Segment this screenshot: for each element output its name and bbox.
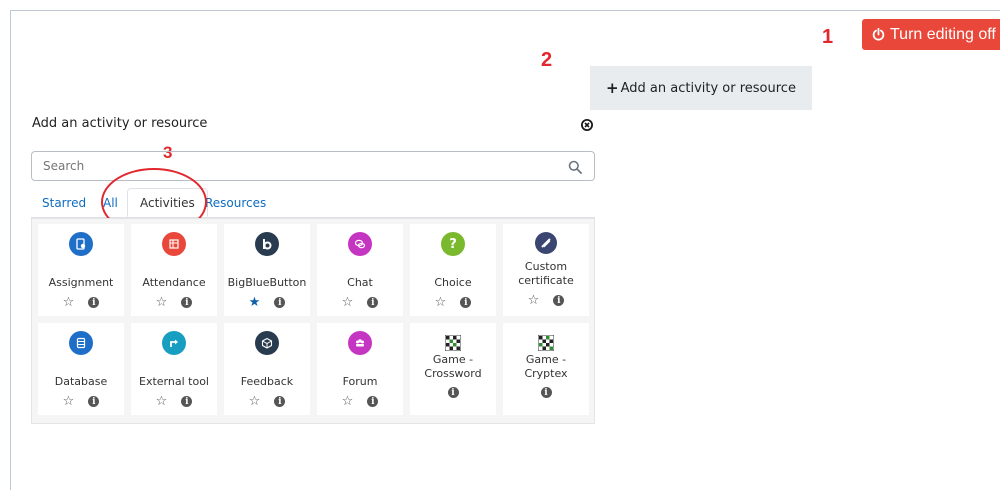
external-tool-icon [162, 331, 186, 355]
annotation-1: 1 [822, 26, 834, 48]
info-icon[interactable]: i [181, 297, 193, 308]
activity-card-forum[interactable]: Forum ☆ i [317, 323, 403, 415]
info-icon[interactable]: i [274, 396, 286, 407]
turn-editing-off-button[interactable]: Turn editing off [862, 19, 1000, 50]
info-icon[interactable]: i [181, 396, 193, 407]
star-filled-icon[interactable]: ★ [249, 296, 261, 309]
search-icon[interactable] [568, 160, 582, 177]
activity-card-bigbluebutton[interactable]: BigBlueButton ★ i [224, 224, 310, 316]
assignment-icon [69, 232, 93, 256]
cryptex-icon [538, 335, 554, 351]
chat-icon [348, 232, 372, 256]
close-icon[interactable] [580, 117, 594, 131]
info-icon[interactable]: i [367, 396, 379, 407]
forum-icon [348, 331, 372, 355]
activity-card-chat[interactable]: Chat ☆ i [317, 224, 403, 316]
bigbluebutton-icon [255, 232, 279, 256]
activity-name: Chat [347, 276, 373, 289]
activity-name: Game - Cryptex [524, 353, 568, 380]
activity-name: External tool [139, 375, 209, 388]
activity-name: Custom certificate [518, 260, 574, 287]
attendance-icon [162, 232, 186, 256]
chooser-title: Add an activity or resource [32, 116, 208, 131]
activity-name: Attendance [142, 276, 206, 289]
custom-certificate-icon [535, 232, 557, 254]
star-icon[interactable]: ☆ [249, 395, 261, 408]
star-icon[interactable]: ☆ [342, 395, 354, 408]
crossword-icon [445, 335, 461, 351]
activity-name: Game - Crossword [424, 353, 482, 380]
annotation-2: 2 [541, 49, 553, 71]
info-icon[interactable]: i [88, 297, 100, 308]
activity-card-game-crossword[interactable]: Game - Crossword i [410, 323, 496, 415]
activity-name: Assignment [48, 276, 114, 289]
search-box [31, 151, 595, 181]
activity-grid: Assignment ☆ i Attendance ☆ i BigBlueBut… [31, 218, 595, 424]
info-icon[interactable]: i [540, 387, 552, 398]
activity-name: Database [54, 375, 108, 388]
activity-card-choice[interactable]: ? Choice ☆ i [410, 224, 496, 316]
info-icon[interactable]: i [274, 297, 286, 308]
info-icon[interactable]: i [447, 387, 459, 398]
info-icon[interactable]: i [460, 297, 472, 308]
activity-card-game-cryptex[interactable]: Game - Cryptex i [503, 323, 589, 415]
add-activity-label: Add an activity or resource [620, 80, 796, 96]
activity-card-assignment[interactable]: Assignment ☆ i [38, 224, 124, 316]
info-icon[interactable]: i [553, 295, 565, 306]
database-icon [69, 331, 93, 355]
activity-card-custom-certificate[interactable]: Custom certificate ☆ i [503, 224, 589, 316]
info-icon[interactable]: i [367, 297, 379, 308]
activity-card-database[interactable]: Database ☆ i [38, 323, 124, 415]
star-icon[interactable]: ☆ [528, 294, 540, 307]
turn-editing-label: Turn editing off [890, 25, 996, 43]
feedback-icon [255, 331, 279, 355]
star-icon[interactable]: ☆ [63, 395, 75, 408]
power-icon [872, 28, 885, 41]
star-icon[interactable]: ☆ [63, 296, 75, 309]
activity-name: Choice [434, 276, 472, 289]
search-input[interactable] [43, 159, 523, 173]
star-icon[interactable]: ☆ [156, 296, 168, 309]
tab-resources[interactable]: Resources [205, 196, 266, 210]
activity-card-attendance[interactable]: Attendance ☆ i [131, 224, 217, 316]
add-activity-button[interactable]: + Add an activity or resource [590, 66, 812, 110]
activity-name: Feedback [240, 375, 294, 388]
choice-icon: ? [441, 232, 465, 256]
star-icon[interactable]: ☆ [156, 395, 168, 408]
activity-card-external-tool[interactable]: External tool ☆ i [131, 323, 217, 415]
activity-card-feedback[interactable]: Feedback ☆ i [224, 323, 310, 415]
tab-starred[interactable]: Starred [42, 196, 86, 210]
star-icon[interactable]: ☆ [342, 296, 354, 309]
activity-name: Forum [342, 375, 378, 388]
info-icon[interactable]: i [88, 396, 100, 407]
plus-icon: + [606, 79, 619, 97]
activity-name: BigBlueButton [227, 276, 307, 289]
star-icon[interactable]: ☆ [435, 296, 447, 309]
